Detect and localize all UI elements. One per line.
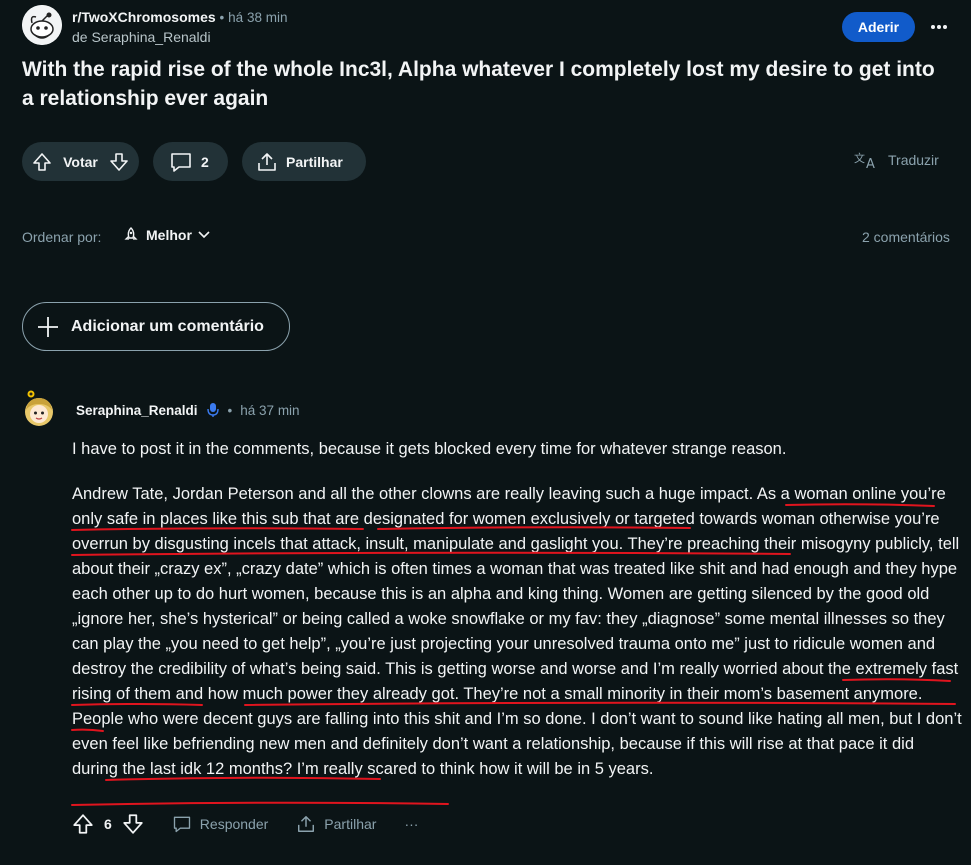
meta-separator: • [219, 10, 225, 25]
post-byline: de Seraphina_Renaldi [72, 29, 211, 45]
add-comment-button[interactable]: Adicionar um comentário [22, 302, 290, 351]
post-meta: r/TwoXChromosomes • há 38 min [72, 9, 287, 25]
upvote-button[interactable] [32, 152, 52, 172]
downvote-button[interactable] [109, 152, 129, 172]
svg-text:文: 文 [854, 151, 865, 165]
snoo-avatar-icon [22, 5, 62, 45]
microphone-icon [206, 403, 219, 417]
post-time: há 38 min [228, 10, 288, 25]
translate-button[interactable]: 文 A Traduzir [854, 150, 939, 170]
share-button[interactable]: Partilhar [242, 142, 366, 181]
share-icon [298, 816, 315, 832]
reply-button[interactable]: Responder [172, 814, 269, 834]
comment-vote-control: 6 [72, 813, 144, 835]
comment-share-label: Partilhar [324, 816, 377, 832]
downvote-arrow-icon [123, 814, 143, 834]
comment-body: I have to post it in the comments, becau… [72, 437, 962, 782]
upvote-arrow-icon [33, 152, 51, 171]
comment-header: Seraphina_Renaldi • há 37 min [76, 402, 300, 418]
comment-bubble-icon [171, 152, 191, 172]
share-label: Partilhar [286, 153, 343, 170]
by-prefix: de [72, 29, 88, 45]
join-button[interactable]: Aderir [842, 12, 915, 42]
sort-value: Melhor [146, 227, 192, 243]
upvote-arrow-icon [73, 814, 93, 834]
rocket-icon [124, 227, 138, 240]
sort-dropdown[interactable]: Melhor [122, 226, 210, 244]
subreddit-avatar[interactable] [22, 5, 62, 45]
comment-author-link[interactable]: Seraphina_Renaldi [76, 403, 198, 418]
vote-label: Votar [63, 153, 98, 170]
downvote-arrow-icon [110, 152, 128, 171]
add-comment-label: Adicionar um comentário [71, 317, 264, 335]
comment-upvote-button[interactable] [72, 813, 94, 835]
subreddit-link[interactable]: r/TwoXChromosomes [72, 9, 216, 25]
comment-time: há 37 min [240, 402, 300, 418]
more-horizontal-icon [931, 25, 947, 29]
post-title: With the rapid rise of the whole Inc3l, … [22, 58, 935, 110]
comment-bubble-icon [173, 816, 190, 833]
comments-count: 2 [201, 153, 209, 170]
post-vote-control: Votar [22, 142, 139, 181]
comment-author-avatar[interactable] [22, 390, 57, 428]
comment-separator: • [227, 402, 233, 418]
comment-paragraph: I have to post it in the comments, becau… [72, 440, 787, 458]
comment-actions: 6 Responder Partilhar ··· [72, 813, 418, 835]
overflow-menu-button[interactable] [925, 14, 953, 40]
total-comments: 2 comentários [862, 229, 950, 245]
post-author-link[interactable]: Seraphina_Renaldi [91, 29, 210, 45]
comment-paragraph: Andrew Tate, Jordan Peterson and all the… [72, 485, 962, 778]
plus-icon [38, 316, 58, 337]
comment-more-button[interactable]: ··· [404, 816, 418, 832]
svg-text:A: A [866, 157, 875, 170]
comment-vote-count: 6 [104, 816, 112, 832]
comment-downvote-button[interactable] [122, 813, 144, 835]
comments-button[interactable]: 2 [153, 142, 228, 181]
translate-label: Traduzir [888, 152, 939, 168]
reply-label: Responder [199, 816, 269, 832]
chevron-down-icon [198, 231, 210, 239]
translate-icon: 文 A [854, 151, 875, 170]
share-icon [258, 152, 276, 171]
sort-label: Ordenar por: [22, 229, 102, 245]
more-horizontal-icon: ··· [404, 816, 419, 832]
comment-share-button[interactable]: Partilhar [296, 814, 376, 834]
